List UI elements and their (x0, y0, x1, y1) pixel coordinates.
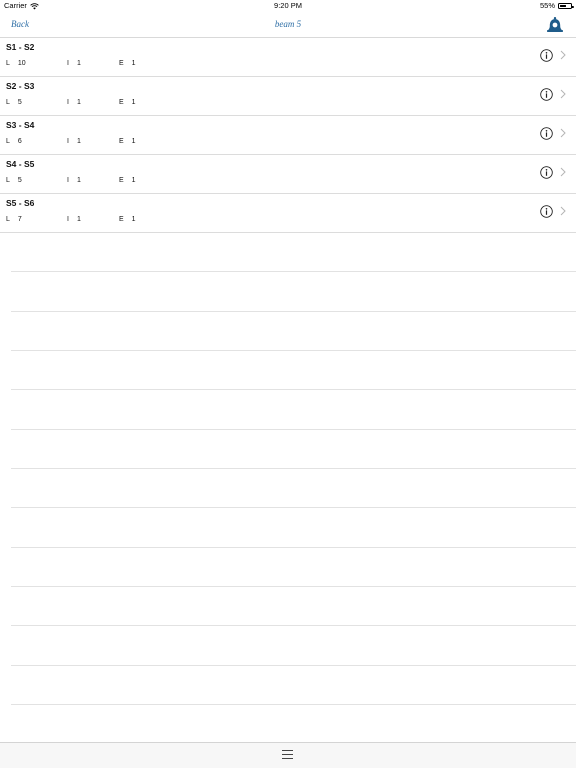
length-value: L5 (6, 99, 22, 106)
list-item[interactable]: S5 - S6 L7 I1 E1 (0, 193, 576, 233)
chevron-right-icon (560, 128, 566, 138)
list-item[interactable]: S4 - S5 L5 I1 E1 (0, 154, 576, 194)
battery-percent: 55% (539, 1, 555, 10)
modulus-value: E1 (119, 177, 136, 184)
inertia-value: I1 (67, 138, 81, 145)
inertia-value: I1 (67, 99, 81, 106)
battery-fill (559, 4, 566, 8)
empty-row-divider (11, 704, 576, 705)
list-item[interactable]: S1 - S2 L 10 I1 E1 (0, 37, 576, 77)
length-value: L5 (6, 177, 22, 184)
info-icon[interactable] (540, 205, 553, 218)
chevron-right-icon (560, 89, 566, 99)
empty-row-divider (11, 665, 576, 666)
nav-title: beam 5 (274, 19, 302, 29)
bottom-toolbar (0, 742, 576, 768)
list-item[interactable]: S2 - S3 L5 I1 E1 (0, 76, 576, 116)
empty-row-divider (11, 429, 576, 430)
length-value: L 10 (6, 60, 26, 67)
list-item[interactable]: S3 - S4 L6 I1 E1 (0, 115, 576, 155)
info-icon[interactable] (540, 49, 553, 62)
empty-row-divider (11, 389, 576, 390)
bell-icon[interactable] (545, 16, 565, 33)
empty-row-divider (11, 468, 576, 469)
status-right: 55% (539, 0, 574, 12)
span-title: S3 - S4 (6, 120, 35, 130)
modulus-value: E1 (119, 60, 136, 67)
inertia-value: I1 (67, 60, 81, 67)
status-bar: Carrier 9:20 PM 55% (0, 0, 576, 12)
app-screen: Carrier 9:20 PM 55% Back beam 5 S1 - S2 (0, 0, 576, 768)
info-icon[interactable] (540, 88, 553, 101)
span-title: S4 - S5 (6, 159, 35, 169)
battery-icon (558, 3, 574, 9)
hamburger-menu-icon[interactable] (282, 750, 293, 760)
length-value: L7 (6, 216, 22, 223)
info-icon[interactable] (540, 166, 553, 179)
inertia-value: I1 (67, 177, 81, 184)
span-title: S1 - S2 (6, 42, 35, 52)
chevron-right-icon (560, 206, 566, 216)
modulus-value: E1 (119, 99, 136, 106)
empty-row-divider (11, 586, 576, 587)
span-title: S5 - S6 (6, 198, 35, 208)
empty-row-divider (11, 507, 576, 508)
span-title: S2 - S3 (6, 81, 35, 91)
chevron-right-icon (560, 50, 566, 60)
empty-row-divider (11, 547, 576, 548)
chevron-right-icon (560, 167, 566, 177)
navigation-bar: Back beam 5 (0, 12, 576, 38)
info-icon[interactable] (540, 127, 553, 140)
modulus-value: E1 (119, 216, 136, 223)
empty-row-divider (11, 271, 576, 272)
length-value: L6 (6, 138, 22, 145)
empty-row-divider (11, 311, 576, 312)
empty-row-divider (11, 350, 576, 351)
inertia-value: I1 (67, 216, 81, 223)
modulus-value: E1 (119, 138, 136, 145)
status-time: 9:20 PM (274, 1, 302, 10)
empty-row-divider (11, 625, 576, 626)
